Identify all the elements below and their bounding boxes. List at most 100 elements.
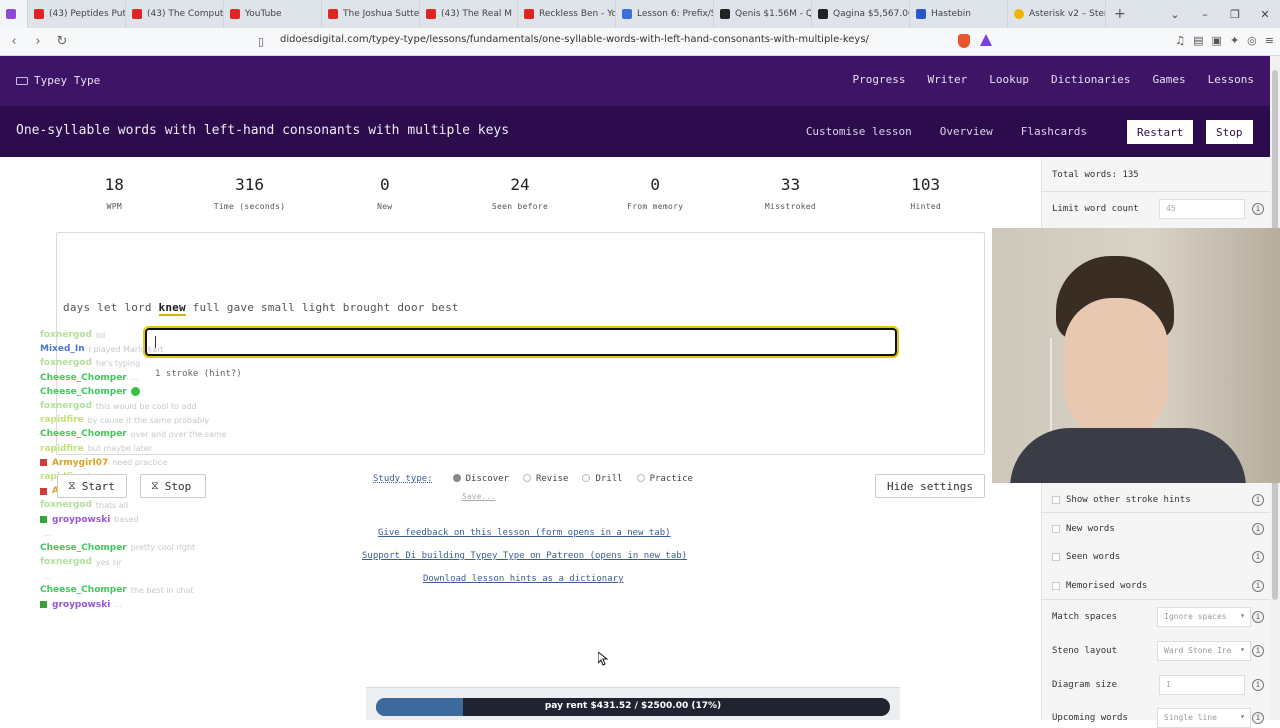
nav-progress[interactable]: Progress <box>853 73 906 86</box>
save-study-type-link[interactable]: Save... <box>462 492 496 501</box>
divider <box>1042 599 1271 600</box>
forward-icon[interactable]: › <box>28 34 48 49</box>
upcoming-words-select[interactable]: Single line <box>1157 708 1251 728</box>
stat-item: 33 Misstroked <box>710 175 872 211</box>
info-icon[interactable]: i <box>1252 679 1264 691</box>
sidebar-icon[interactable]: ▤ <box>1193 34 1203 47</box>
address-field[interactable]: didoesdigital.com/typey-type/lessons/fun… <box>280 34 869 45</box>
info-icon[interactable]: i <box>1252 523 1264 535</box>
tab-title: (43) The Real M <box>441 9 512 19</box>
download-hints-link[interactable]: Download lesson hints as a dictionary <box>423 574 623 584</box>
material-words: days let lord knew full gave small light… <box>63 301 459 316</box>
emote-icon <box>130 387 140 397</box>
minimize-icon[interactable]: – <box>1190 8 1220 21</box>
chat-text: ... <box>114 600 122 610</box>
stat-value: 0 <box>379 175 390 194</box>
browser-tab[interactable]: The Joshua Sutter <box>322 0 420 28</box>
seen-words-row[interactable]: Seen words i <box>1052 550 1266 564</box>
steno-layout-select[interactable]: Ward Stone Ire <box>1157 641 1251 661</box>
window-controls: ⌄ – ❐ ✕ <box>1160 0 1280 28</box>
feedback-link[interactable]: Give feedback on this lesson (form opens… <box>378 528 671 538</box>
limit-word-count-input[interactable]: 45 <box>1159 199 1245 219</box>
asterisk-icon <box>1014 9 1024 19</box>
radio-icon <box>522 474 531 482</box>
divider <box>1042 191 1271 192</box>
extensions-icon[interactable]: ✦ <box>1230 34 1239 47</box>
flashcards-link[interactable]: Flashcards <box>1021 125 1087 138</box>
customise-lesson-link[interactable]: Customise lesson <box>806 125 912 138</box>
nav-dictionaries[interactable]: Dictionaries <box>1051 73 1130 86</box>
chat-text: this would be cool to add <box>95 401 197 411</box>
info-icon[interactable]: i <box>1252 712 1264 724</box>
badge-icon <box>40 487 47 495</box>
chat-username: groypowski <box>52 599 111 610</box>
browser-tab[interactable]: Asterisk v2 – Steno <box>1008 0 1106 28</box>
match-spaces-row: Match spaces Ignore spaces i <box>1052 607 1266 627</box>
nav-lessons[interactable]: Lessons <box>1208 73 1254 86</box>
donation-goal-bar: pay rent $431.52 / $2500.00 (17%) <box>366 687 900 720</box>
chat-message: ... <box>40 569 400 583</box>
browser-tab[interactable]: (43) Peptides Put <box>28 0 126 28</box>
browser-tab[interactable]: Hastebin <box>910 0 1008 28</box>
study-type-practice[interactable]: Practice <box>636 474 693 484</box>
brave-rewards-icon[interactable] <box>980 34 992 46</box>
info-icon[interactable]: i <box>1252 494 1264 506</box>
start-timer-button[interactable]: ⧖ Start <box>57 474 127 498</box>
browser-tab[interactable]: Qenis $1.56M - Qe <box>714 0 812 28</box>
wallet-icon[interactable]: ▣ <box>1212 34 1222 47</box>
stat-value: 103 <box>911 175 941 194</box>
chat-text: yes sir <box>95 557 122 567</box>
stat-item: 103 Hinted <box>871 175 980 211</box>
study-type-discover[interactable]: Discover <box>452 474 509 484</box>
lesson-title: One-syllable words with left-hand conson… <box>16 123 510 138</box>
memorised-words-row[interactable]: Memorised words i <box>1052 579 1266 593</box>
close-icon[interactable]: ✕ <box>1250 8 1280 21</box>
hide-settings-button[interactable]: Hide settings <box>875 474 985 498</box>
stop-lesson-button[interactable]: Stop <box>1206 120 1253 144</box>
study-type-revise[interactable]: Revise <box>522 474 568 484</box>
restore-icon[interactable]: ❐ <box>1220 8 1250 21</box>
stop-timer-button[interactable]: ⧖ Stop <box>140 474 206 498</box>
music-icon[interactable]: ♫ <box>1175 34 1185 47</box>
info-icon[interactable]: i <box>1252 611 1264 623</box>
restart-button[interactable]: Restart <box>1127 120 1194 144</box>
stat-value: 18 <box>104 175 124 194</box>
brand-link[interactable]: Typey Type <box>16 74 100 87</box>
current-tab[interactable] <box>0 0 28 28</box>
patreon-link[interactable]: Support Di building Typey Type on Patreo… <box>362 551 687 561</box>
new-words-row[interactable]: New words i <box>1052 522 1266 536</box>
chat-text: the best in chat <box>130 585 194 595</box>
match-spaces-select[interactable]: Ignore spaces <box>1157 607 1251 627</box>
nav-writer[interactable]: Writer <box>928 73 968 86</box>
info-icon[interactable]: i <box>1252 645 1264 657</box>
back-icon[interactable]: ‹ <box>4 34 24 49</box>
study-type-drill[interactable]: Drill <box>582 474 623 484</box>
nav-lookup[interactable]: Lookup <box>989 73 1029 86</box>
browser-tab[interactable]: Qagina $5,567.00 <box>812 0 910 28</box>
vpn-icon[interactable]: ◎ <box>1247 34 1257 47</box>
nav-games[interactable]: Games <box>1153 73 1186 86</box>
stat-value: 33 <box>780 175 801 194</box>
chat-username: foxnergod <box>40 401 92 412</box>
bookmark-icon[interactable]: ▯ <box>258 35 264 48</box>
menu-icon[interactable]: ≡ <box>1265 34 1274 47</box>
browser-tab[interactable]: Reckless Ben - You <box>518 0 616 28</box>
info-icon[interactable]: i <box>1252 580 1264 592</box>
browser-tab[interactable]: YouTube <box>224 0 322 28</box>
overview-link[interactable]: Overview <box>940 125 993 138</box>
show-other-stroke-hints-row[interactable]: Show other stroke hints i <box>1052 493 1266 507</box>
stat-item: 0 New <box>330 175 439 211</box>
chevron-down-icon[interactable]: ⌄ <box>1160 8 1190 21</box>
browser-tab[interactable]: (43) The Real M <box>420 0 518 28</box>
reload-icon[interactable]: ↻ <box>52 34 72 49</box>
diagram-size-input[interactable]: 1 <box>1159 675 1245 695</box>
chat-message: foxnergod lol <box>40 328 400 342</box>
study-type-label[interactable]: Study type: <box>373 474 433 484</box>
brave-shield-icon[interactable] <box>958 34 970 48</box>
info-icon[interactable]: i <box>1252 203 1264 215</box>
info-icon[interactable]: i <box>1252 551 1264 563</box>
browser-tab[interactable]: Lesson 6: Prefix/Su <box>616 0 714 28</box>
browser-tab[interactable]: (43) The Computer <box>126 0 224 28</box>
new-tab-icon[interactable]: + <box>1106 6 1134 22</box>
youtube-icon <box>132 9 142 19</box>
